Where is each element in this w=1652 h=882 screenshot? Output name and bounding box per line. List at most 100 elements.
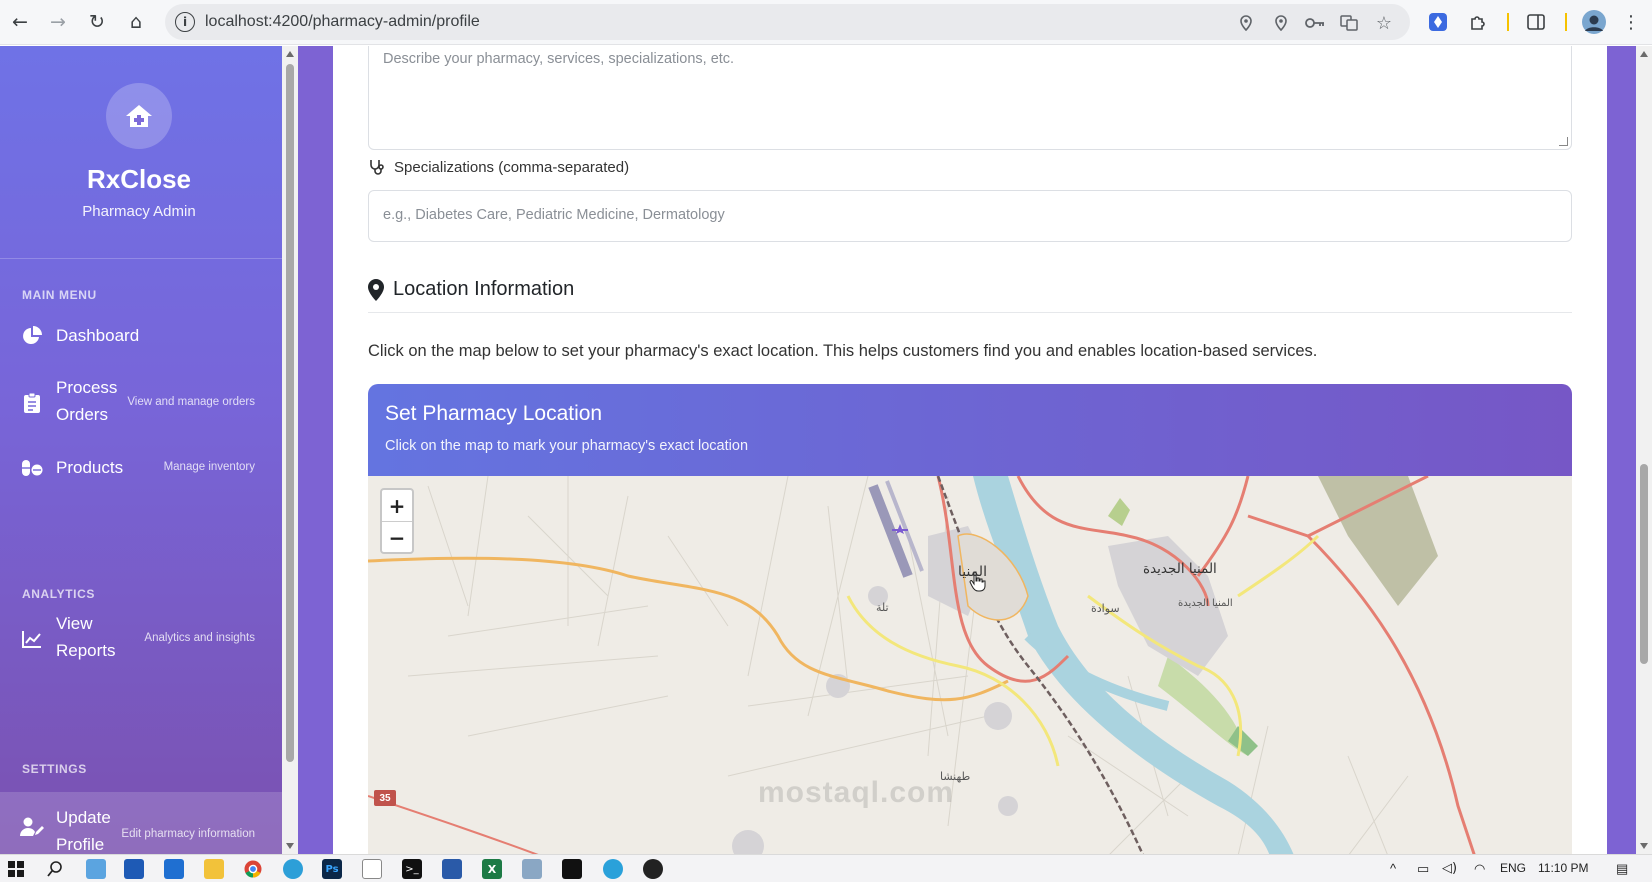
sidebar-item-label: View Reports — [56, 614, 116, 660]
sidebar-item-label: Process Orders — [56, 378, 118, 424]
location-map[interactable]: المنيا المنيا الجديدة المنيا الجديدة سوا… — [368, 476, 1572, 854]
clipboard-icon — [20, 391, 44, 415]
description-textarea[interactable]: Describe your pharmacy, services, specia… — [368, 46, 1572, 150]
sidebar-item-label: Products — [56, 458, 124, 477]
sidebar-item-desc: Analytics and insights — [144, 632, 255, 644]
map-card-title: Set Pharmacy Location — [385, 402, 603, 425]
location-intro: Click on the map below to set your pharm… — [368, 342, 1318, 360]
scroll-up-arrow-icon[interactable] — [1640, 51, 1648, 57]
location-heading-text: Location Information — [393, 278, 575, 300]
home-icon[interactable]: ⌂ — [122, 8, 150, 36]
page-scrollbar[interactable] — [1636, 46, 1652, 854]
map-card-subtitle: Click on the map to mark your pharmacy's… — [385, 438, 749, 454]
house-medical-icon — [126, 105, 152, 127]
folder-icon[interactable] — [204, 859, 224, 879]
location-pin-icon[interactable] — [1235, 12, 1257, 34]
scroll-down-arrow-icon[interactable] — [1640, 843, 1648, 849]
map-card: Set Pharmacy Location Click on the map t… — [368, 384, 1572, 854]
photoshop-icon[interactable]: Ps — [322, 859, 342, 879]
section-settings: SETTINGS — [22, 762, 87, 776]
sidebar-item-update-profile[interactable]: Update Profile Edit pharmacy information — [0, 792, 283, 854]
main-content: Describe your pharmacy, services, specia… — [333, 46, 1607, 854]
sidebar-item-desc: View and manage orders — [127, 396, 255, 408]
store-icon[interactable] — [124, 859, 144, 879]
brand-subtitle: Pharmacy Admin — [82, 203, 196, 220]
section-main-menu: MAIN MENU — [22, 288, 97, 302]
extensions-puzzle-icon[interactable] — [1465, 9, 1491, 35]
mail-icon[interactable] — [164, 859, 184, 879]
side-panel-icon[interactable] — [1523, 9, 1549, 35]
reload-icon[interactable]: ↻ — [83, 8, 111, 36]
stethoscope-icon — [370, 160, 384, 175]
toolbar-divider — [1565, 13, 1567, 31]
map-marker-icon — [368, 278, 384, 301]
sidebar-item-desc: Manage inventory — [163, 461, 255, 473]
excel-icon[interactable]: X — [482, 859, 502, 879]
zoom-in-button[interactable]: + — [382, 490, 412, 521]
sidebar-scrollbar[interactable] — [282, 46, 298, 854]
watermark: mostaql.com — [758, 776, 955, 809]
map-label-sawada: سوادة — [1091, 602, 1120, 615]
address-url[interactable]: localhost:4200/pharmacy-admin/profile — [205, 13, 480, 31]
sidebar-item-label: Dashboard — [56, 326, 140, 345]
location-heading: Location Information — [368, 278, 574, 301]
description-placeholder: Describe your pharmacy, services, specia… — [383, 51, 735, 67]
app-icon[interactable] — [562, 859, 582, 879]
map-label-town: تلة — [876, 601, 889, 614]
road-shield: 35 — [374, 790, 396, 806]
more-menu-icon[interactable]: ⋮ — [1618, 9, 1644, 35]
address-bar[interactable]: i localhost:4200/pharmacy-admin/profile … — [165, 4, 1410, 40]
line-chart-icon — [20, 627, 44, 651]
notifications-icon[interactable]: ▤ — [1616, 861, 1628, 877]
tray-chevron-icon[interactable]: ^ — [1390, 861, 1396, 876]
site-info-icon[interactable]: i — [175, 12, 195, 32]
edge-icon[interactable] — [283, 859, 303, 879]
sidebar-item-view-reports[interactable]: View Reports Analytics and insights — [0, 604, 283, 672]
specializations-label-text: Specializations (comma-separated) — [394, 158, 630, 176]
sidebar-scroll-thumb[interactable] — [286, 64, 294, 762]
map-label-city: المنيا — [958, 564, 987, 580]
terminal-icon[interactable]: >_ — [402, 859, 422, 879]
windows-start-icon[interactable] — [6, 859, 26, 879]
location-pin-icon[interactable] — [1270, 12, 1292, 34]
bookmark-star-icon[interactable]: ☆ — [1373, 12, 1395, 34]
zoom-out-button[interactable]: − — [382, 522, 412, 553]
map-tiles[interactable] — [368, 476, 1572, 854]
scroll-down-arrow-icon[interactable] — [286, 843, 294, 849]
telegram-icon[interactable] — [603, 859, 623, 879]
password-key-icon[interactable] — [1304, 12, 1326, 34]
extension-app-icon[interactable] — [1425, 9, 1451, 35]
pills-icon — [20, 456, 44, 480]
app-icon[interactable] — [442, 859, 462, 879]
notepad-icon[interactable] — [362, 859, 382, 879]
specializations-input[interactable]: e.g., Diabetes Care, Pediatric Medicine,… — [368, 190, 1572, 242]
obs-icon[interactable] — [643, 859, 663, 879]
scroll-up-arrow-icon[interactable] — [286, 51, 294, 57]
app-icon[interactable] — [86, 859, 106, 879]
os-taskbar: Ps >_ X ^ ▭ ◁) ◠ ENG 11:10 PM ▤ — [0, 854, 1652, 882]
sidebar-item-products[interactable]: Products Manage inventory — [0, 438, 283, 498]
sidebar-item-dashboard[interactable]: Dashboard — [0, 306, 283, 366]
resize-grip-icon[interactable] — [1559, 137, 1568, 146]
profile-avatar-icon[interactable] — [1581, 9, 1607, 35]
logo — [106, 83, 172, 149]
pie-chart-icon — [20, 324, 44, 348]
forward-icon[interactable]: → — [44, 8, 72, 36]
wifi-icon[interactable]: ◠ — [1474, 861, 1485, 877]
map-label-new-city-small: المنيا الجديدة — [1178, 598, 1233, 609]
calculator-icon[interactable] — [522, 859, 542, 879]
browser-toolbar: ← → ↻ ⌂ i localhost:4200/pharmacy-admin/… — [0, 0, 1652, 45]
translate-icon[interactable] — [1338, 12, 1360, 34]
map-zoom-control: + − — [380, 488, 414, 554]
volume-icon[interactable]: ◁) — [1442, 861, 1457, 876]
page-scroll-thumb[interactable] — [1640, 464, 1648, 664]
battery-icon[interactable]: ▭ — [1417, 861, 1429, 877]
user-edit-icon — [20, 815, 44, 839]
sidebar: RxClose Pharmacy Admin MAIN MENU Dashboa… — [0, 46, 283, 854]
sidebar-item-process-orders[interactable]: Process Orders View and manage orders — [0, 368, 283, 436]
chrome-icon[interactable] — [243, 859, 263, 879]
search-icon[interactable] — [45, 859, 65, 879]
clock[interactable]: 11:10 PM — [1538, 861, 1588, 875]
language-indicator[interactable]: ENG — [1500, 861, 1526, 875]
back-icon[interactable]: ← — [6, 8, 34, 36]
